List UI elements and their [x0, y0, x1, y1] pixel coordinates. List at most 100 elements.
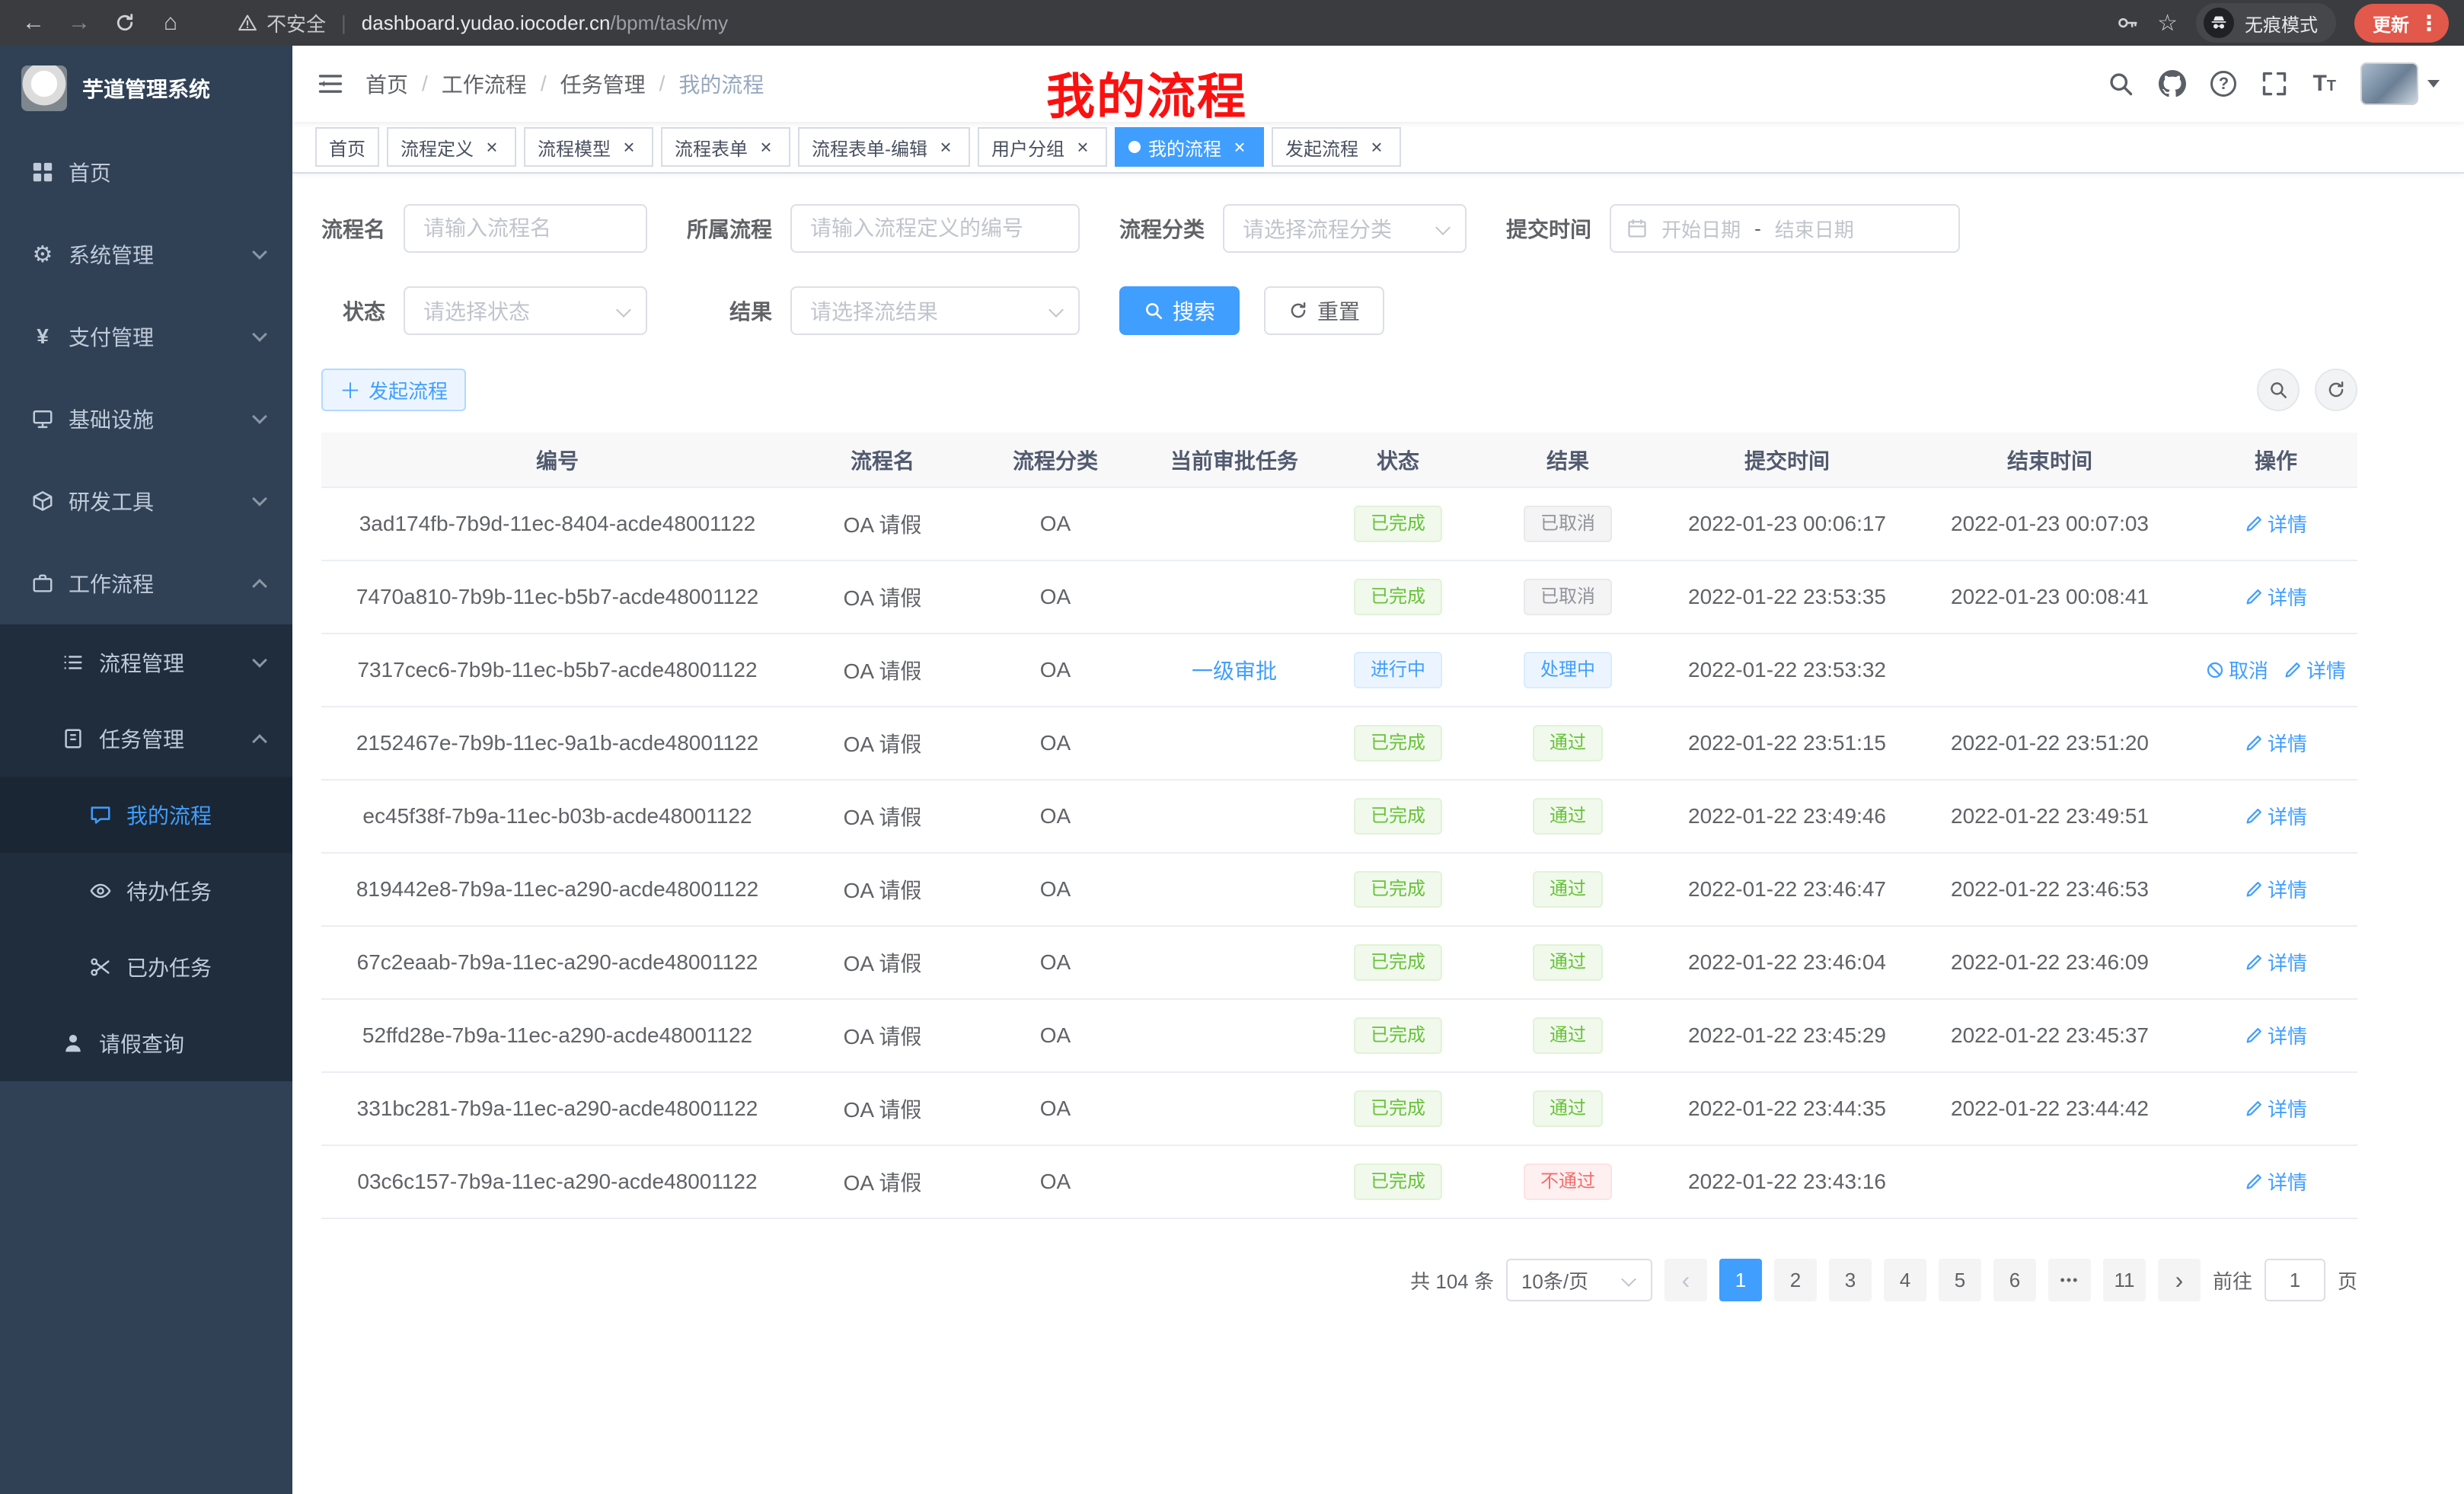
tab-process-form[interactable]: 流程表单× [661, 127, 790, 167]
page-button-2[interactable]: 2 [1774, 1259, 1817, 1301]
breadcrumb-home[interactable]: 首页 [365, 69, 408, 99]
back-icon[interactable]: ← [15, 5, 52, 41]
reload-icon[interactable] [107, 5, 143, 41]
prev-page-button[interactable]: ‹ [1664, 1259, 1707, 1301]
reset-button[interactable]: 重置 [1264, 286, 1384, 335]
close-icon[interactable]: × [1229, 136, 1250, 158]
sidebar-item-devtools[interactable]: 研发工具 [0, 460, 292, 542]
search-button[interactable]: 搜索 [1119, 286, 1240, 335]
detail-link[interactable]: 详情 [2245, 729, 2307, 757]
detail-link[interactable]: 详情 [2245, 948, 2307, 976]
close-icon[interactable]: × [481, 136, 503, 158]
goto-label: 前往 [2213, 1266, 2252, 1294]
sidebar-item-done-tasks[interactable]: 已办任务 [0, 929, 292, 1005]
tab-home[interactable]: 首页 [315, 127, 379, 167]
browser-update-button[interactable]: 更新 ⋮ [2354, 4, 2449, 43]
status-tag: 已完成 [1354, 725, 1442, 761]
sidebar-item-my-process[interactable]: 我的流程 [0, 777, 292, 853]
edit-icon [2245, 1100, 2263, 1118]
help-icon[interactable]: ? [2210, 71, 2236, 97]
sidebar-toggle-icon[interactable] [317, 70, 344, 97]
process-definition-input[interactable] [790, 204, 1080, 253]
font-size-icon[interactable]: TT [2312, 71, 2336, 97]
detail-link[interactable]: 详情 [2245, 1094, 2307, 1122]
edit-icon [2245, 734, 2263, 752]
sidebar-item-infrastructure[interactable]: 基础设施 [0, 378, 292, 460]
page-button-6[interactable]: 6 [1993, 1259, 2036, 1301]
close-icon[interactable]: × [618, 136, 640, 158]
status-tag: 已完成 [1354, 944, 1442, 981]
tab-process-form-edit[interactable]: 流程表单-编辑× [798, 127, 970, 167]
result-select[interactable]: 请选择流结果 [790, 286, 1080, 335]
tab-process-definition[interactable]: 流程定义× [387, 127, 516, 167]
detail-link[interactable]: 详情 [2245, 509, 2307, 538]
browser-menu-icon[interactable]: ⋮ [2418, 11, 2440, 36]
table-row: ec45f38f-7b9a-11ec-b03b-acde48001122 OA … [321, 780, 2357, 853]
result-tag: 不通过 [1524, 1164, 1612, 1200]
close-icon[interactable]: × [935, 136, 956, 158]
sidebar-item-todo-tasks[interactable]: 待办任务 [0, 853, 292, 929]
sidebar-item-workflow[interactable]: 工作流程 [0, 542, 292, 624]
status-tag: 进行中 [1354, 652, 1442, 688]
sidebar-item-system[interactable]: ⚙ 系统管理 [0, 213, 292, 295]
user-menu[interactable] [2360, 62, 2440, 105]
tab-process-model[interactable]: 流程模型× [524, 127, 653, 167]
bookmark-star-icon[interactable]: ☆ [2157, 10, 2178, 37]
submit-time-range-picker[interactable]: 开始日期 - 结束日期 [1610, 204, 1960, 253]
detail-link[interactable]: 详情 [2245, 875, 2307, 903]
home-icon[interactable]: ⌂ [152, 5, 189, 41]
refresh-table-button[interactable] [2315, 369, 2357, 411]
chevron-down-icon [1048, 302, 1064, 318]
page-button-1[interactable]: 1 [1719, 1259, 1762, 1301]
app-logo[interactable]: 芋道管理系统 [0, 46, 292, 131]
breadcrumb-workflow[interactable]: 工作流程 [442, 69, 527, 99]
address-bar[interactable]: 不安全 | dashboard.yudao.iocoder.cn/bpm/tas… [238, 9, 728, 37]
toggle-search-button[interactable] [2257, 369, 2300, 411]
page-size-select[interactable]: 10条/页 [1506, 1259, 1652, 1301]
process-table: 编号 流程名 流程分类 当前审批任务 状态 结果 提交时间 结束时间 操作 3a… [321, 433, 2357, 1219]
breadcrumb-current: 我的流程 [678, 69, 764, 99]
sidebar-item-home[interactable]: 首页 [0, 131, 292, 213]
key-icon[interactable] [2116, 11, 2139, 34]
more-pages-button[interactable]: ••• [2048, 1259, 2091, 1301]
detail-link[interactable]: 详情 [2245, 583, 2307, 611]
detail-link[interactable]: 详情 [2245, 1167, 2307, 1196]
submit-time-label: 提交时间 [1506, 213, 1610, 244]
goto-page-input[interactable] [2265, 1259, 2325, 1301]
detail-link[interactable]: 详情 [2245, 1021, 2307, 1049]
process-category-select[interactable]: 请选择流程分类 [1223, 204, 1467, 253]
security-warning[interactable]: 不安全 [238, 9, 326, 37]
sidebar-item-payment[interactable]: ¥ 支付管理 [0, 295, 292, 378]
github-icon[interactable] [2159, 70, 2186, 97]
initiate-process-button[interactable]: ＋ 发起流程 [321, 369, 466, 411]
edit-icon [2245, 1173, 2263, 1191]
tab-user-group[interactable]: 用户分组× [978, 127, 1107, 167]
cancel-link[interactable]: 取消 [2206, 656, 2268, 684]
forward-icon[interactable]: → [61, 5, 97, 41]
search-icon[interactable] [2107, 70, 2134, 97]
status-select[interactable]: 请选择状态 [404, 286, 647, 335]
page-button-3[interactable]: 3 [1829, 1259, 1872, 1301]
gear-icon: ⚙ [30, 241, 55, 268]
process-name-input[interactable] [404, 204, 647, 253]
close-icon[interactable]: × [755, 136, 777, 158]
tab-initiate-process[interactable]: 发起流程× [1272, 127, 1401, 167]
next-page-button[interactable]: › [2158, 1259, 2201, 1301]
close-icon[interactable]: × [1366, 136, 1387, 158]
result-tag: 处理中 [1524, 652, 1612, 688]
sidebar-item-leave-query[interactable]: 请假查询 [0, 1005, 292, 1081]
detail-link[interactable]: 详情 [2245, 802, 2307, 830]
sidebar-item-process-management[interactable]: 流程管理 [0, 624, 292, 701]
approval-task-link[interactable]: 一级审批 [1192, 659, 1277, 683]
sidebar-item-task-management[interactable]: 任务管理 [0, 701, 292, 777]
tab-my-process[interactable]: 我的流程× [1115, 127, 1264, 167]
dashboard-icon [30, 161, 55, 184]
detail-link[interactable]: 详情 [2284, 656, 2346, 684]
page-button-5[interactable]: 5 [1939, 1259, 1981, 1301]
breadcrumb-task-management[interactable]: 任务管理 [560, 69, 646, 99]
table-row: 819442e8-7b9a-11ec-a290-acde48001122 OA … [321, 853, 2357, 926]
close-icon[interactable]: × [1072, 136, 1093, 158]
page-button-4[interactable]: 4 [1884, 1259, 1926, 1301]
page-button-11[interactable]: 11 [2103, 1259, 2146, 1301]
fullscreen-icon[interactable] [2261, 70, 2288, 97]
